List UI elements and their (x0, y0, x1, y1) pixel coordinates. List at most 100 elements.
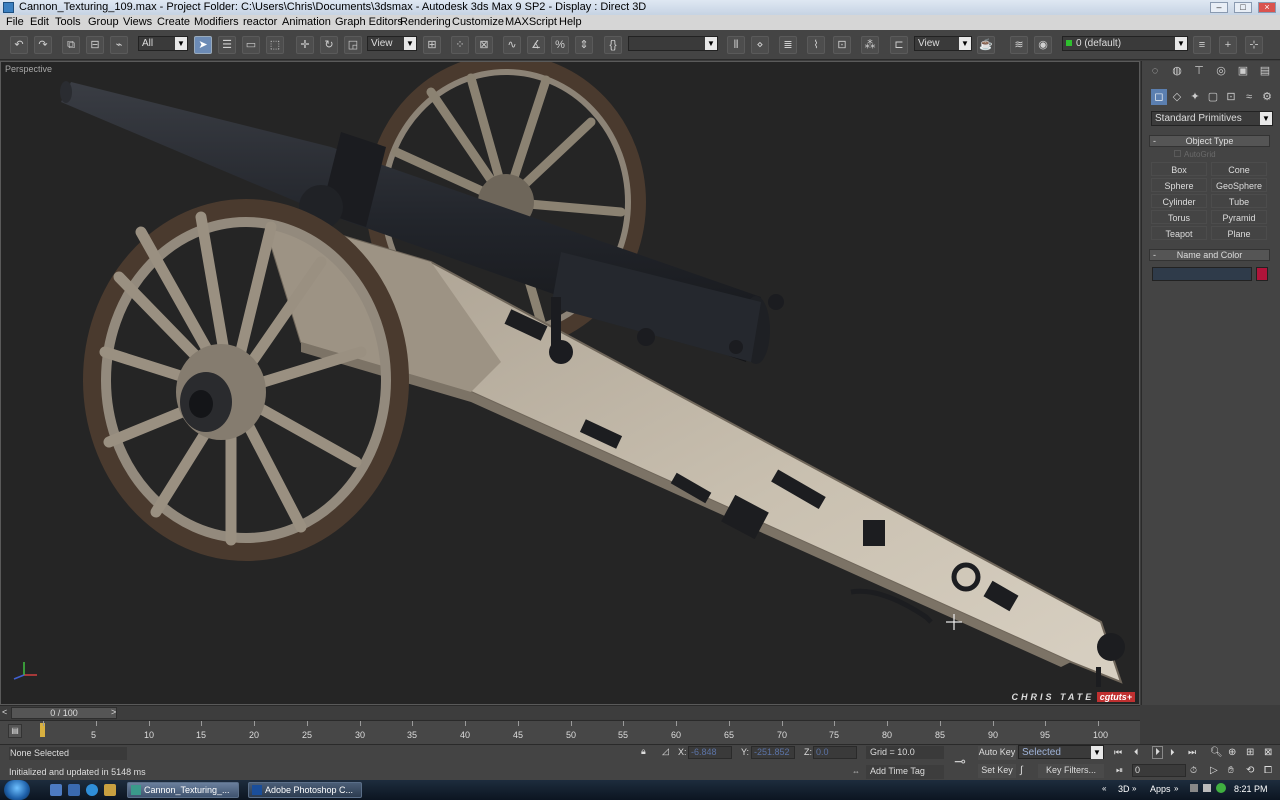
key-tangent-icon[interactable]: ∫ (1020, 765, 1023, 776)
geosphere-button[interactable]: GeoSphere (1211, 178, 1267, 192)
tray-3d-label[interactable]: 3D (1118, 784, 1130, 794)
taskbar-3dsmax-button[interactable]: Cannon_Texturing_... (127, 782, 239, 798)
track-bar[interactable]: ▤ 5 10 15 20 25 30 35 40 45 50 55 60 65 70 75 80 85 90 95 1… (0, 720, 1140, 744)
render-type-dropdown[interactable]: View ▼ (914, 36, 972, 51)
keyboard-shortcut-override-icon[interactable]: ⊠ (475, 36, 493, 54)
quick-render-icon[interactable]: ☕ (977, 36, 995, 54)
time-tag-icon[interactable]: ⇔ (852, 767, 860, 776)
rotate-icon[interactable]: ↻ (320, 36, 338, 54)
time-slider-next[interactable]: > (111, 707, 116, 717)
time-slider-thumb[interactable]: 0 / 100 (11, 707, 117, 719)
network-icon[interactable] (1190, 784, 1198, 792)
mirror-icon[interactable]: ⫴ (727, 36, 745, 54)
key-mode-dropdown[interactable]: Selected ▼ (1018, 745, 1104, 759)
key-mode-toggle-icon[interactable]: ⏯ (1116, 765, 1123, 776)
menu-customize[interactable]: Customize (452, 15, 504, 30)
folder-icon[interactable] (104, 784, 116, 796)
lock-icon[interactable]: 🔒︎ (641, 746, 646, 757)
zoom-extents-icon[interactable]: ⊞ (1246, 747, 1254, 758)
shapes-icon[interactable]: ◇ (1169, 89, 1185, 105)
absolute-mode-icon[interactable]: ◿ (662, 746, 669, 757)
zoom-extents-all-icon[interactable]: ⊠ (1264, 747, 1272, 758)
move-icon[interactable]: ✛ (296, 36, 314, 54)
cameras-icon[interactable]: ▢ (1205, 89, 1221, 105)
current-frame-field[interactable]: 0 (1132, 764, 1186, 777)
zoom-all-icon[interactable]: ⊕ (1228, 747, 1236, 758)
display-tab-icon[interactable]: ▣ (1235, 63, 1251, 79)
menu-create[interactable]: Create (157, 15, 190, 30)
menu-modifiers[interactable]: Modifiers (194, 15, 239, 30)
key-filters-button[interactable]: Key Filters... (1038, 764, 1104, 778)
spinner-snap-icon[interactable]: ⇕ (575, 36, 593, 54)
tray-expand-icon[interactable]: « (1102, 784, 1106, 793)
start-button[interactable] (4, 780, 30, 800)
snaps-toggle-icon[interactable]: ∿ (503, 36, 521, 54)
create-tab-icon[interactable]: ◌ (1147, 63, 1163, 79)
time-slider-prev[interactable]: < (2, 707, 7, 717)
align-icon[interactable]: ⋄ (751, 36, 769, 54)
menu-animation[interactable]: Animation (282, 15, 331, 30)
mini-curve-editor-icon[interactable]: ▤ (8, 724, 22, 738)
systems-icon[interactable]: ⚙ (1259, 89, 1275, 105)
layer-visibility-icon[interactable]: ◉ (1034, 36, 1052, 54)
previous-frame-icon[interactable]: ⏴ (1134, 747, 1139, 758)
geometry-icon[interactable]: ◻ (1151, 89, 1167, 105)
current-layer-dropdown[interactable]: 0 (default) ▼ (1062, 36, 1188, 51)
switch-windows-icon[interactable] (68, 784, 80, 796)
torus-button[interactable]: Torus (1151, 210, 1207, 224)
angle-snap-icon[interactable]: ∡ (527, 36, 545, 54)
layer-manager-icon[interactable]: ≣ (779, 36, 797, 54)
x-coordinate-field[interactable]: -6.848 (688, 746, 732, 759)
set-key-icon[interactable]: ⊸ (950, 751, 970, 771)
create-layer-icon[interactable]: + (1219, 36, 1237, 54)
redo-icon[interactable]: ↷ (34, 36, 52, 54)
z-coordinate-field[interactable]: 0.0 (813, 746, 857, 759)
menu-graph-editors[interactable]: Graph Editors (335, 15, 403, 30)
box-button[interactable]: Box (1151, 162, 1207, 176)
menu-group[interactable]: Group (88, 15, 119, 30)
menu-maxscript[interactable]: MAXScript (505, 15, 557, 30)
curve-editor-icon[interactable]: ⌇ (807, 36, 825, 54)
go-to-start-icon[interactable]: ⏮ (1114, 747, 1122, 758)
time-slider[interactable]: < 0 / 100 > (0, 705, 1140, 719)
teapot-button[interactable]: Teapot (1151, 226, 1207, 240)
clock[interactable]: 8:21 PM (1234, 784, 1268, 794)
helpers-icon[interactable]: ⊡ (1223, 89, 1239, 105)
rectangular-selection-icon[interactable]: ▭ (242, 36, 260, 54)
schematic-view-icon[interactable]: ⊡ (833, 36, 851, 54)
modify-tab-icon[interactable]: ◍ (1169, 63, 1185, 79)
app-icon[interactable] (3, 2, 14, 13)
menu-file[interactable]: File (6, 15, 24, 30)
time-configuration-icon[interactable]: ⏱ (1190, 765, 1197, 776)
undo-icon[interactable]: ↶ (10, 36, 28, 54)
maximize-button[interactable]: □ (1234, 2, 1252, 13)
sphere-button[interactable]: Sphere (1151, 178, 1207, 192)
select-and-link-icon[interactable]: ⧉ (62, 36, 80, 54)
menu-edit[interactable]: Edit (30, 15, 49, 30)
menu-rendering[interactable]: Rendering (400, 15, 451, 30)
primitive-category-dropdown[interactable]: Standard Primitives ▼ (1151, 111, 1273, 126)
next-frame-icon[interactable]: ⏵ (1170, 747, 1175, 758)
object-color-swatch[interactable] (1256, 267, 1268, 281)
tray-apps-menu-icon[interactable]: » (1174, 784, 1178, 793)
perspective-viewport[interactable]: Perspective CHRIS TATE cgtuts+ (0, 61, 1140, 705)
pyramid-button[interactable]: Pyramid (1211, 210, 1267, 224)
lights-icon[interactable]: ✦ (1187, 89, 1203, 105)
pivot-center-icon[interactable]: ⊞ (423, 36, 441, 54)
window-crossing-icon[interactable]: ⬚ (266, 36, 284, 54)
hierarchy-tab-icon[interactable]: ⊤ (1191, 63, 1207, 79)
plane-button[interactable]: Plane (1211, 226, 1267, 240)
percent-snap-icon[interactable]: % (551, 36, 569, 54)
close-button[interactable]: × (1258, 2, 1276, 13)
set-key-button[interactable]: Set Key (978, 764, 1016, 778)
selection-filter-dropdown[interactable]: All ▼ (138, 36, 188, 51)
add-layer-icon[interactable]: ≡ (1193, 36, 1211, 54)
bind-space-warp-icon[interactable]: ⌁ (110, 36, 128, 54)
select-object-icon[interactable]: ➤ (194, 36, 212, 54)
zoom-icon[interactable]: 🔍︎ (1210, 747, 1223, 758)
scale-icon[interactable]: ◲ (344, 36, 362, 54)
named-selection-set-dropdown[interactable]: ▼ (628, 36, 718, 51)
cylinder-button[interactable]: Cylinder (1151, 194, 1207, 208)
go-to-end-icon[interactable]: ⏭ (1188, 747, 1196, 758)
reference-coordinate-dropdown[interactable]: View ▼ (367, 36, 417, 51)
